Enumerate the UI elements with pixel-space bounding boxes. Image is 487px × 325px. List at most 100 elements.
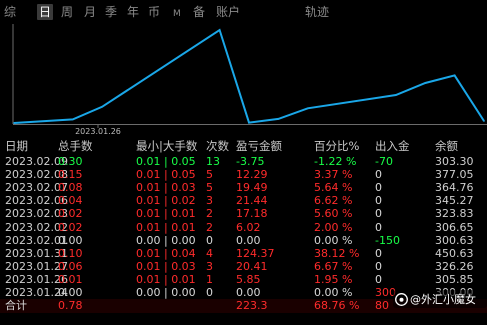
total-deposit-withdraw: 80 xyxy=(375,299,389,313)
cell-deposit-withdraw: 0 xyxy=(375,272,382,286)
cell-deposit-withdraw: 0 xyxy=(375,181,382,195)
cell-lots: 0.04 xyxy=(58,194,83,208)
tab-currency[interactable]: 币 xyxy=(148,4,160,20)
cell-balance: 305.85 xyxy=(435,272,474,286)
cell-count: 2 xyxy=(206,220,213,234)
cell-percent: 0.00 % xyxy=(314,233,353,247)
cell-count: 2 xyxy=(206,207,213,221)
cell-minmax: 0.01 | 0.05 xyxy=(136,168,196,182)
tab-day[interactable]: 日 xyxy=(37,4,54,20)
table-row: 2023.02.02 0.02 0.01 | 0.01 2 6.02 2.00 % 0 306… xyxy=(0,221,487,235)
cell-count: 0 xyxy=(206,286,213,299)
cell-minmax: 0.01 | 0.03 xyxy=(136,181,196,195)
tab-week[interactable]: 周 xyxy=(61,4,73,20)
table-row: 2023.02.06 0.04 0.01 | 0.02 3 21.44 6.62 % 0 34… xyxy=(0,194,487,208)
cell-pnl: 21.44 xyxy=(236,194,268,208)
cell-percent: 3.37 % xyxy=(314,168,353,182)
cell-pnl: 124.37 xyxy=(236,246,275,260)
tab-note[interactable]: 备 xyxy=(193,4,205,20)
data-point xyxy=(395,94,397,96)
cell-pnl: 12.29 xyxy=(236,168,268,182)
watermark-text: @外汇小魔女 xyxy=(410,293,476,306)
cell-balance: 345.27 xyxy=(435,194,474,208)
table-row: 2023.02.08 0.15 0.01 | 0.05 5 12.29 3.37 % 0 37… xyxy=(0,168,487,182)
data-point xyxy=(424,82,427,84)
cell-balance: 303.30 xyxy=(435,155,474,168)
header-balance: 余额 xyxy=(435,139,458,153)
tab-track[interactable]: 轨迹 xyxy=(305,4,329,20)
header-pnl: 盈亏金额 xyxy=(236,139,282,153)
cell-balance: 326.26 xyxy=(435,259,474,273)
cell-balance: 450.63 xyxy=(435,246,474,260)
data-point xyxy=(101,106,103,108)
tab-year[interactable]: 年 xyxy=(127,4,139,20)
data-point xyxy=(72,118,74,121)
cell-percent: 5.60 % xyxy=(314,207,353,221)
tab-quarter[interactable]: 季 xyxy=(105,4,117,20)
cell-lots: 0.02 xyxy=(58,220,83,234)
cell-percent: 38.12 % xyxy=(314,246,360,260)
header-date: 日期 xyxy=(5,139,28,153)
cell-lots: 0.00 xyxy=(58,233,83,247)
cell-pnl: 0.00 xyxy=(236,286,261,299)
tab-m[interactable]: M xyxy=(173,6,181,22)
cell-count: 13 xyxy=(206,155,220,168)
cell-count: 5 xyxy=(206,181,213,195)
cell-balance: 323.83 xyxy=(435,207,474,221)
cell-balance: 364.76 xyxy=(435,181,474,195)
cell-pnl: 0.00 xyxy=(236,233,261,247)
table-row: 2023.02.03 0.02 0.01 | 0.01 2 17.18 5.60 % 0 32… xyxy=(0,207,487,221)
cell-deposit-withdraw: -70 xyxy=(375,155,393,168)
tab-account[interactable]: 账户 xyxy=(216,4,240,20)
cell-deposit-withdraw: 0 xyxy=(375,246,382,260)
cell-minmax: 0.01 | 0.01 xyxy=(136,272,196,286)
cell-minmax: 0.01 | 0.03 xyxy=(136,259,196,273)
cell-deposit-withdraw: 0 xyxy=(375,220,382,234)
table-row: 2023.01.27 0.06 0.01 | 0.03 3 20.41 6.67 % 0 32… xyxy=(0,260,487,274)
period-tab-bar: 综 日 周 月 季 年 币 M 备 账户 轨迹 xyxy=(0,0,487,24)
cell-count: 3 xyxy=(206,194,213,208)
table-row: 2023.02.01 0.00 0.00 | 0.00 0 0.00 0.00 % -150… xyxy=(0,234,487,248)
cell-balance: 306.65 xyxy=(435,220,474,234)
cell-lots: 0.15 xyxy=(58,168,83,182)
cell-balance: 300.63 xyxy=(435,233,474,247)
cell-deposit-withdraw: 0 xyxy=(375,207,382,221)
chart-x-tick-label: 2023.01.26 xyxy=(75,127,121,136)
cell-count: 3 xyxy=(206,259,213,273)
cell-minmax: 0.00 | 0.00 xyxy=(136,286,196,299)
cell-pnl: 5.85 xyxy=(236,272,261,286)
total-lots: 0.78 xyxy=(58,299,83,313)
data-point xyxy=(307,107,309,110)
table-row: 2023.01.31 0.10 0.01 | 0.04 4 124.37 38.12 % 0… xyxy=(0,247,487,261)
cell-minmax: 0.01 | 0.04 xyxy=(136,246,196,260)
watermark: @外汇小魔女 xyxy=(393,290,487,308)
total-percent: 68.76 % xyxy=(314,299,360,313)
cell-percent: 2.00 % xyxy=(314,220,353,234)
cell-minmax: 0.01 | 0.05 xyxy=(136,155,196,168)
header-minmax: 最小|大手数 xyxy=(136,139,198,153)
tab-summary[interactable]: 综 xyxy=(4,4,16,20)
total-label: 合计 xyxy=(5,299,27,313)
cell-minmax: 0.01 | 0.01 xyxy=(136,220,196,234)
table-header-row: 日期 总手数 最小|大手数 次数 盈亏金额 百分比% 出入金 余额 xyxy=(0,139,487,153)
cell-lots: 0.30 xyxy=(58,155,83,168)
cell-percent: 6.67 % xyxy=(314,259,353,273)
cell-lots: 0.02 xyxy=(58,207,83,221)
cell-deposit-withdraw: -150 xyxy=(375,233,400,247)
data-point xyxy=(13,122,15,124)
cell-deposit-withdraw: 0 xyxy=(375,259,382,273)
cell-lots: 0.00 xyxy=(58,286,83,299)
total-pnl: 223.3 xyxy=(236,299,268,313)
data-point xyxy=(483,120,485,122)
cell-percent: -1.22 % xyxy=(314,155,357,168)
header-lots: 总手数 xyxy=(58,139,93,153)
cell-pnl: 19.49 xyxy=(236,181,268,195)
cell-count: 5 xyxy=(206,168,213,182)
cell-lots: 0.08 xyxy=(58,181,83,195)
cell-count: 4 xyxy=(206,246,213,260)
cell-pnl: -3.75 xyxy=(236,155,265,168)
data-point xyxy=(218,29,221,31)
cell-lots: 0.10 xyxy=(58,246,83,260)
tab-month[interactable]: 月 xyxy=(84,4,96,20)
header-deposit-withdraw: 出入金 xyxy=(375,139,410,153)
